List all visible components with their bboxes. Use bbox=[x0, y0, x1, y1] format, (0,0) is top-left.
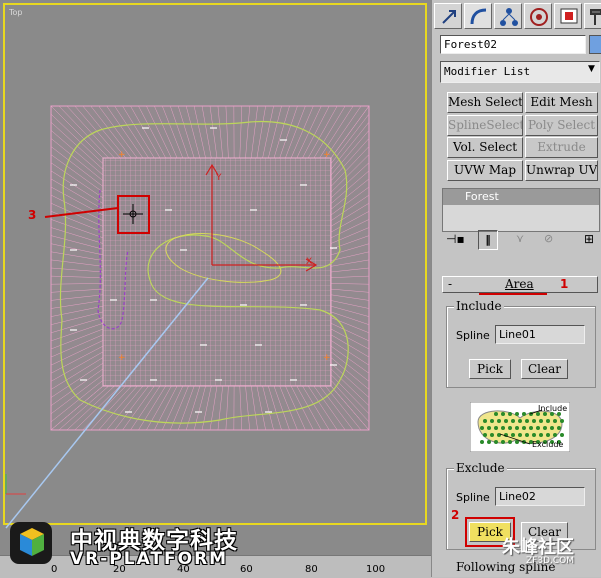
annotation-1-underline bbox=[479, 293, 547, 295]
collapse-icon: - bbox=[448, 277, 452, 292]
pin-stack-icon[interactable]: ⊣▪ bbox=[446, 232, 465, 246]
hierarchy-icon bbox=[499, 7, 519, 27]
show-end-result-icon[interactable]: ‖ bbox=[478, 230, 498, 250]
vr-platform-logo-icon bbox=[8, 520, 54, 566]
make-unique-icon[interactable]: ⋎ bbox=[516, 232, 524, 245]
create-icon bbox=[439, 7, 459, 27]
include-pick-button[interactable]: Pick bbox=[469, 359, 511, 379]
command-panel: Forest02 Modifier List ▼ Mesh Select Edi… bbox=[431, 0, 601, 577]
diagram-include-label: Include bbox=[538, 404, 567, 413]
unwrap-uvw-button[interactable]: Unwrap UVW bbox=[525, 160, 598, 181]
ruler-tick: 100 bbox=[366, 564, 385, 575]
include-clear-button[interactable]: Clear bbox=[521, 359, 568, 379]
svg-text:+: + bbox=[118, 353, 126, 363]
chevron-down-icon[interactable]: ▼ bbox=[588, 64, 595, 74]
terrain-mesh bbox=[51, 106, 369, 430]
tab-display[interactable] bbox=[554, 3, 582, 29]
include-title: Include bbox=[454, 299, 504, 313]
exclude-spline-label: Spline bbox=[456, 491, 490, 504]
svg-text:+: + bbox=[323, 150, 331, 160]
spline-select-button[interactable]: SplineSelect bbox=[447, 115, 523, 136]
motion-icon bbox=[529, 7, 549, 27]
configure-sets-icon[interactable]: ⊞ bbox=[584, 232, 594, 246]
include-spline-label: Spline bbox=[456, 329, 490, 342]
tab-utilities[interactable] bbox=[584, 3, 601, 29]
top-viewport[interactable]: Top Y X bbox=[0, 0, 431, 577]
command-panel-tabs bbox=[434, 3, 601, 29]
poly-select-button[interactable]: Poly Select bbox=[525, 115, 598, 136]
svg-text:X: X bbox=[306, 257, 312, 267]
tab-modify[interactable] bbox=[464, 3, 492, 29]
remove-modifier-icon[interactable]: ⊘ bbox=[544, 232, 553, 245]
stack-item-forest[interactable]: Forest bbox=[443, 189, 599, 205]
object-name-field[interactable]: Forest02 bbox=[440, 35, 586, 54]
ruler-tick: 80 bbox=[305, 564, 318, 575]
mesh-select-button[interactable]: Mesh Select bbox=[447, 92, 523, 113]
diagram-exclude-label: Exclude bbox=[532, 440, 563, 449]
modifier-stack[interactable]: Forest bbox=[442, 188, 600, 232]
annotation-1: 1 bbox=[560, 277, 568, 291]
extrude-button[interactable]: Extrude bbox=[525, 137, 598, 158]
corner-logo-url: ZF3D.COM bbox=[526, 556, 574, 566]
svg-text:+: + bbox=[323, 353, 331, 363]
hammer-icon bbox=[589, 7, 601, 27]
corner-watermark: 朱峰社区 ZF3D.COM bbox=[472, 533, 601, 573]
annotation-2: 2 bbox=[451, 508, 459, 522]
modify-icon bbox=[469, 7, 489, 27]
modifier-list-dropdown[interactable]: Modifier List bbox=[440, 61, 600, 83]
annotation-3: 3 bbox=[28, 208, 36, 222]
tab-motion[interactable] bbox=[524, 3, 552, 29]
uvw-map-button[interactable]: UVW Map bbox=[447, 160, 523, 181]
tab-hierarchy[interactable] bbox=[494, 3, 522, 29]
vol-select-button[interactable]: Vol. Select bbox=[447, 137, 523, 158]
exclude-spline-field[interactable]: Line02 bbox=[495, 487, 585, 506]
svg-text:+: + bbox=[118, 150, 126, 160]
ruler-tick: 60 bbox=[240, 564, 253, 575]
rollout-title: Area bbox=[505, 277, 534, 292]
edit-mesh-button[interactable]: Edit Mesh bbox=[525, 92, 598, 113]
stack-toolbar: ⊣▪ ‖ ⋎ ⊘ ⊞ bbox=[442, 230, 600, 252]
exclude-title: Exclude bbox=[454, 461, 507, 475]
include-spline-field[interactable]: Line01 bbox=[495, 325, 585, 344]
svg-text:Y: Y bbox=[215, 173, 222, 183]
world-axis bbox=[6, 474, 26, 494]
tab-create[interactable] bbox=[434, 3, 462, 29]
object-color-swatch[interactable] bbox=[589, 35, 601, 54]
watermark-subtitle: VR-PLATFORM bbox=[70, 549, 228, 569]
area-rollout-header[interactable]: - Area bbox=[442, 276, 598, 293]
viewport-scene[interactable]: Y X + + + + bbox=[0, 0, 431, 555]
display-icon bbox=[559, 7, 579, 27]
